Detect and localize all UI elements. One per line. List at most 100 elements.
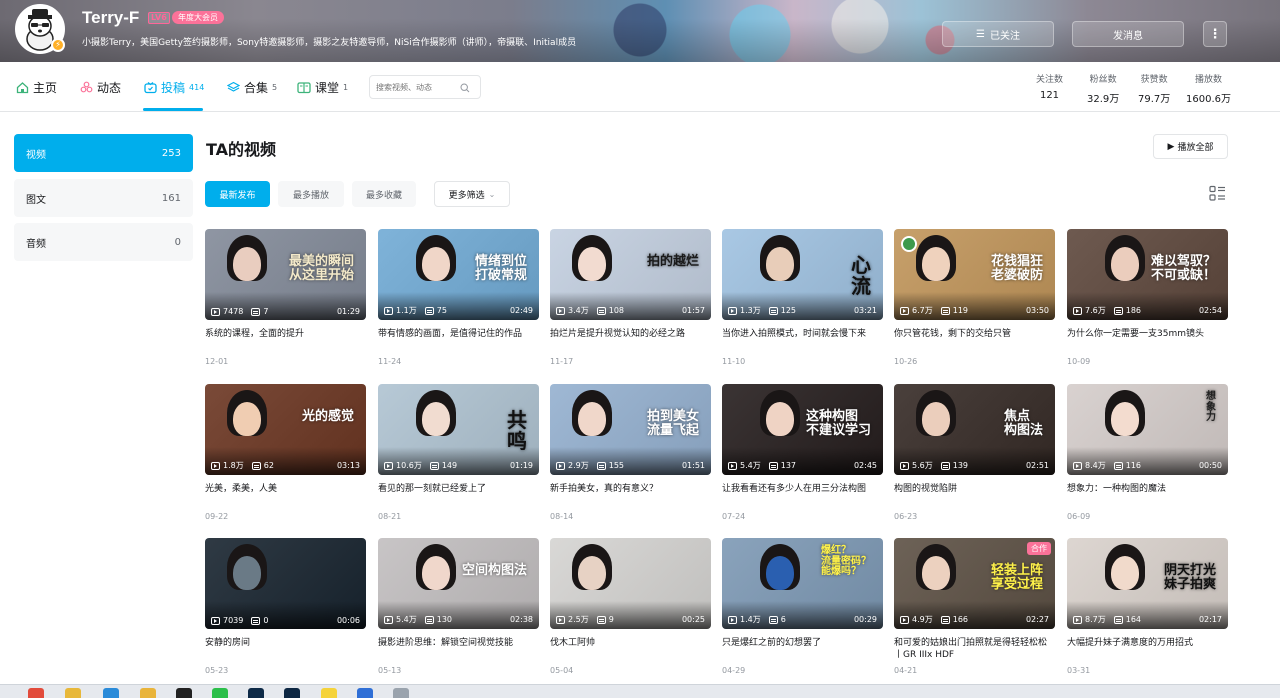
app-lightroom-icon[interactable] — [248, 688, 264, 698]
video-title[interactable]: 安静的房间 — [205, 637, 366, 649]
video-card[interactable]: 爆红？ 流量密码？ 能爆吗？ 1.4万 6 00:29 只是爆红之前的幻想罢了 04-29 — [722, 538, 883, 675]
view-count: 1.4万 — [740, 615, 761, 624]
video-duration: 00:50 — [1198, 461, 1222, 470]
filter-latest[interactable]: 最新发布 — [205, 181, 270, 207]
play-count-icon — [1073, 461, 1082, 470]
video-cover[interactable]: 情绪到位 打破常规 1.1万 75 02:49 — [378, 229, 539, 320]
video-card[interactable]: 空间构图法 5.4万 130 02:38 摄影进阶思维：解锁空间视觉技能 05-13 — [378, 538, 539, 675]
stat-fans[interactable]: 粉丝数 32.9万 — [1087, 72, 1119, 105]
video-card[interactable]: 情绪到位 打破常规 1.1万 75 02:49 带有情感的画面，是值得记住的作品 11-2… — [378, 229, 539, 366]
video-title[interactable]: 系统的课程，全面的提升 — [205, 328, 366, 340]
video-cover[interactable]: 爆红？ 流量密码？ 能爆吗？ 1.4万 6 00:29 — [722, 538, 883, 629]
video-card[interactable]: 焦点 构图法 5.6万 139 02:51 构图的视觉陷阱 06-23 — [894, 384, 1055, 521]
video-title[interactable]: 想象力：一种构图的魔法 — [1067, 483, 1228, 495]
video-title[interactable]: 带有情感的画面，是值得记住的作品 — [378, 328, 539, 340]
message-button-label: 发消息 — [1113, 30, 1143, 42]
more-options-button[interactable]: ⋮ — [1203, 21, 1227, 47]
tab-course[interactable]: 课堂 1 — [297, 62, 348, 112]
video-card[interactable]: 7039 0 00:06 安静的房间 05-23 — [205, 538, 366, 675]
app-notes-icon[interactable] — [321, 688, 337, 698]
play-all-button[interactable]: ▶ 播放全部 — [1153, 134, 1228, 159]
video-title[interactable]: 看见的那一刻就已经爱上了 — [378, 483, 539, 495]
video-card[interactable]: 最美的瞬间 从这里开始 7478 7 01:29 系统的课程，全面的提升 12-01 — [205, 229, 366, 366]
video-title[interactable]: 摄影进阶思维：解锁空间视觉技能 — [378, 637, 539, 649]
video-cover[interactable]: 拍的越烂 3.4万 108 01:57 — [550, 229, 711, 320]
tab-collections[interactable]: 合集 5 — [226, 62, 277, 112]
video-cover[interactable]: 轻装上阵 享受过程 合作 4.9万 166 02:27 — [894, 538, 1055, 629]
video-card[interactable]: 共 鸣 10.6万 149 01:19 看见的那一刻就已经爱上了 08-21 — [378, 384, 539, 521]
search-input[interactable] — [376, 82, 460, 92]
filter-most-played[interactable]: 最多播放 — [278, 181, 344, 207]
video-card[interactable]: 阴天打光 妹子拍爽 8.7万 164 02:17 大幅提升妹子满意度的万用招式 03-31 — [1067, 538, 1228, 675]
video-card[interactable]: 2.5万 9 00:25 伐木工阿帅 05-04 — [550, 538, 711, 675]
video-cover[interactable]: 难以驾驭？ 不可或缺！ 7.6万 186 02:54 — [1067, 229, 1228, 320]
message-button[interactable]: 发消息 — [1072, 21, 1184, 47]
follow-button[interactable]: ☰ 已关注 — [942, 21, 1054, 47]
app-folder-icon[interactable] — [140, 688, 156, 698]
dynamic-icon — [79, 80, 93, 94]
video-title[interactable]: 让我看看还有多少人在用三分法构图 — [722, 483, 883, 495]
tab-home[interactable]: 主页 — [15, 62, 57, 112]
video-cover[interactable]: 阴天打光 妹子拍爽 8.7万 164 02:17 — [1067, 538, 1228, 629]
sidebar-item-video[interactable]: 视频 253 — [14, 134, 193, 172]
tab-uploads[interactable]: 投稿 414 — [143, 62, 204, 112]
sidebar-item-audio[interactable]: 音频 0 — [14, 223, 193, 261]
video-title[interactable]: 新手拍美女，真的有意义？ — [550, 483, 711, 495]
video-card[interactable]: 想 象 力 8.4万 116 00:50 想象力：一种构图的魔法 06-09 — [1067, 384, 1228, 521]
home-icon — [15, 80, 29, 94]
video-card[interactable]: 花钱猖狂 老婆破防 6.7万 119 03:50 你只管花钱，剩下的交给只管 10-26 — [894, 229, 1055, 366]
video-cover[interactable]: 最美的瞬间 从这里开始 7478 7 01:29 — [205, 229, 366, 320]
video-cover[interactable]: 7039 0 00:06 — [205, 538, 366, 629]
app-wechat-icon[interactable] — [212, 688, 228, 698]
video-title[interactable]: 构图的视觉陷阱 — [894, 483, 1055, 495]
app-qq-icon[interactable] — [176, 688, 192, 698]
video-cover[interactable]: 共 鸣 10.6万 149 01:19 — [378, 384, 539, 475]
video-card[interactable]: 心 流 1.3万 125 03:21 当你进入拍照模式，时间就会慢下来 11-10 — [722, 229, 883, 366]
play-count-icon — [211, 461, 220, 470]
video-card[interactable]: 拍的越烂 3.4万 108 01:57 拍烂片是提升视觉认知的必经之路 11-17 — [550, 229, 711, 366]
video-duration: 00:06 — [336, 616, 360, 625]
video-duration: 03:13 — [336, 461, 360, 470]
filter-most-favorited[interactable]: 最多收藏 — [352, 181, 416, 207]
video-cover[interactable]: 空间构图法 5.4万 130 02:38 — [378, 538, 539, 629]
video-title[interactable]: 伐木工阿帅 — [550, 637, 711, 649]
danmaku-icon — [940, 306, 950, 315]
video-duration: 03:50 — [1025, 306, 1049, 315]
search-icon[interactable] — [460, 78, 470, 97]
video-card[interactable]: 这种构图 不建议学习 5.4万 137 02:45 让我看看还有多少人在用三分法构图 07… — [722, 384, 883, 521]
video-title[interactable]: 拍烂片是提升视觉认知的必经之路 — [550, 328, 711, 340]
app-mail-icon[interactable] — [357, 688, 373, 698]
tab-dynamic[interactable]: 动态 — [79, 62, 121, 112]
video-title[interactable]: 大幅提升妹子满意度的万用招式 — [1067, 637, 1228, 649]
video-title[interactable]: 你只管花钱，剩下的交给只管 — [894, 328, 1055, 340]
danmaku-icon — [768, 306, 778, 315]
video-title[interactable]: 和可爱的姑娘出门拍照就是得轻轻松松丨GR IIIx HDF — [894, 637, 1055, 661]
video-title[interactable]: 为什么你一定需要一支35mm镜头 — [1067, 328, 1228, 340]
video-card[interactable]: 拍到美女 流量飞起 2.9万 155 01:51 新手拍美女，真的有意义？ 08-14 — [550, 384, 711, 521]
app-chrome-icon[interactable] — [65, 688, 81, 698]
stat-following[interactable]: 关注数 121 — [1036, 72, 1063, 101]
more-filters-dropdown[interactable]: 更多筛选 ⌄ — [434, 181, 510, 207]
list-view-toggle-icon[interactable] — [1209, 185, 1226, 202]
video-cover[interactable]: 想 象 力 8.4万 116 00:50 — [1067, 384, 1228, 475]
video-cover[interactable]: 心 流 1.3万 125 03:21 — [722, 229, 883, 320]
app-weibo-icon[interactable] — [28, 688, 44, 698]
video-cover[interactable]: 光的感觉 1.8万 62 03:13 — [205, 384, 366, 475]
video-cover[interactable]: 拍到美女 流量飞起 2.9万 155 01:51 — [550, 384, 711, 475]
video-card[interactable]: 光的感觉 1.8万 62 03:13 光美，柔美，人美 09-22 — [205, 384, 366, 521]
video-cover[interactable]: 花钱猖狂 老婆破防 6.7万 119 03:50 — [894, 229, 1055, 320]
search-box[interactable] — [369, 75, 481, 99]
video-card[interactable]: 难以驾驭？ 不可或缺！ 7.6万 186 02:54 为什么你一定需要一支35mm镜头 1… — [1067, 229, 1228, 366]
video-title[interactable]: 光美，柔美，人美 — [205, 483, 366, 495]
video-cover[interactable]: 这种构图 不建议学习 5.4万 137 02:45 — [722, 384, 883, 475]
video-title[interactable]: 只是爆红之前的幻想罢了 — [722, 637, 883, 649]
danmaku-icon — [940, 461, 950, 470]
video-title[interactable]: 当你进入拍照模式，时间就会慢下来 — [722, 328, 883, 340]
app-edge-icon[interactable] — [103, 688, 119, 698]
video-card[interactable]: 轻装上阵 享受过程 合作 4.9万 166 02:27 和可爱的姑娘出门拍照就是得轻轻松松… — [894, 538, 1055, 675]
app-recycle-icon[interactable] — [393, 688, 409, 698]
video-cover[interactable]: 焦点 构图法 5.6万 139 02:51 — [894, 384, 1055, 475]
video-cover[interactable]: 2.5万 9 00:25 — [550, 538, 711, 629]
app-photoshop-icon[interactable] — [284, 688, 300, 698]
sidebar-item-article[interactable]: 图文 161 — [14, 179, 193, 217]
